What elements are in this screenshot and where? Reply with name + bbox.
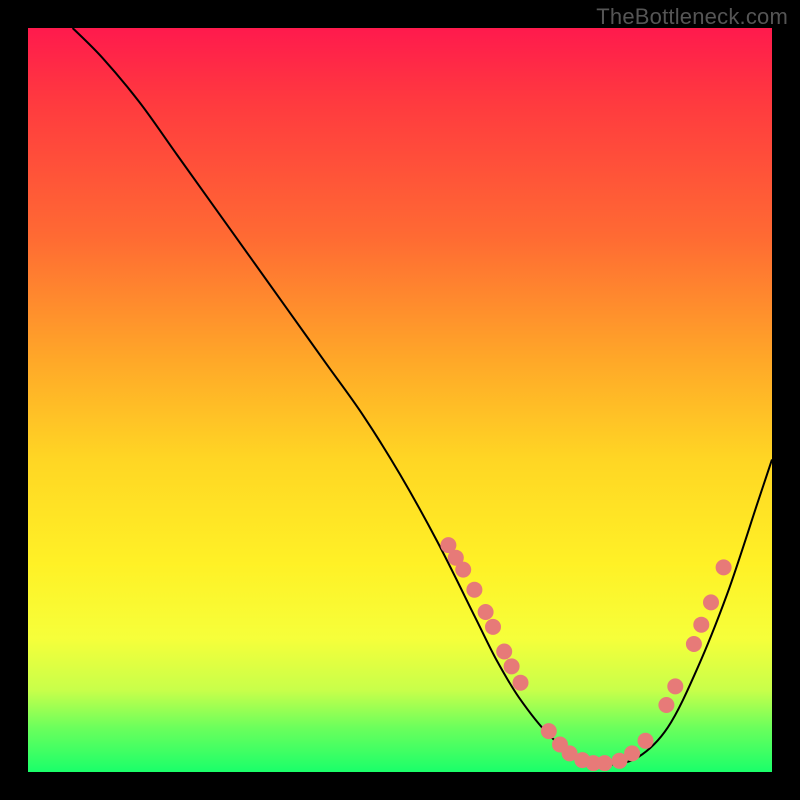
bottleneck-curve [73, 28, 772, 765]
data-marker [693, 617, 709, 633]
data-marker [513, 675, 529, 691]
data-marker [455, 562, 471, 578]
data-marker [496, 644, 512, 660]
marker-layer [440, 537, 731, 771]
data-marker [638, 733, 654, 749]
chart-frame: TheBottleneck.com [0, 0, 800, 800]
plot-area [28, 28, 772, 772]
data-marker [716, 559, 732, 575]
data-marker [541, 723, 557, 739]
data-marker [703, 594, 719, 610]
data-marker [504, 658, 520, 674]
data-marker [624, 745, 640, 761]
data-marker [466, 582, 482, 598]
data-marker [485, 619, 501, 635]
data-marker [478, 604, 494, 620]
data-marker [667, 678, 683, 694]
data-marker [658, 697, 674, 713]
data-marker [686, 636, 702, 652]
data-marker [597, 755, 613, 771]
curve-svg [28, 28, 772, 772]
watermark-text: TheBottleneck.com [596, 4, 788, 30]
